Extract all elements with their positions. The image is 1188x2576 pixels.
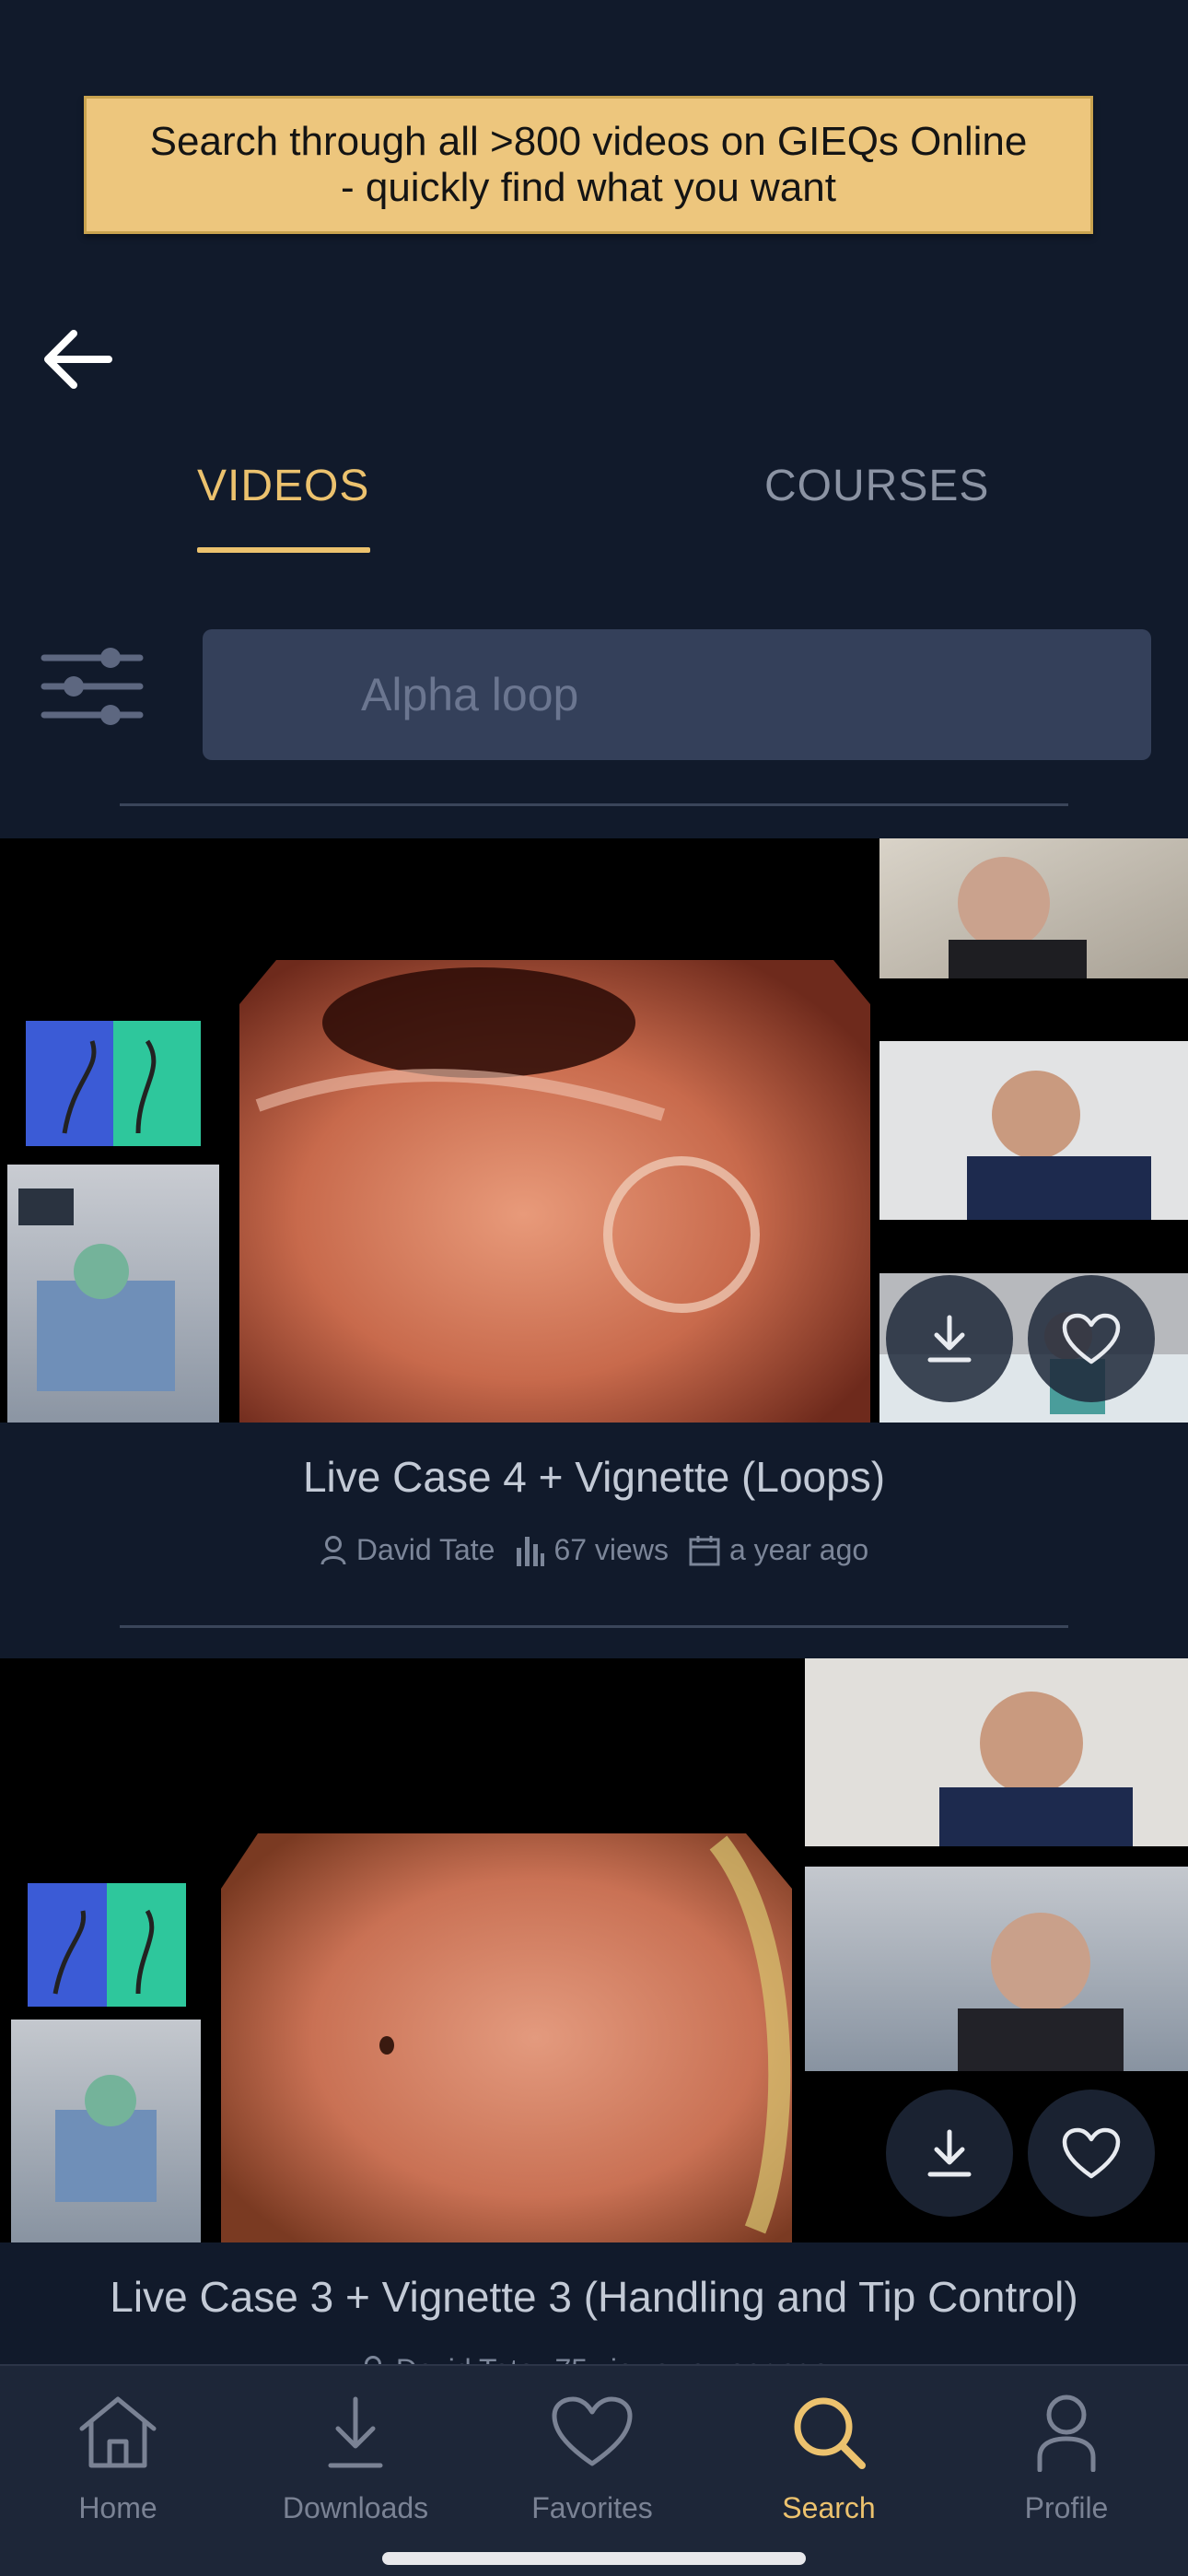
tab-courses[interactable]: COURSES xyxy=(764,461,989,511)
nav-search[interactable]: Search xyxy=(737,2388,921,2525)
home-indicator[interactable] xyxy=(382,2552,806,2565)
nav-favorites[interactable]: Favorites xyxy=(500,2388,684,2525)
nav-label: Favorites xyxy=(531,2491,653,2524)
video-title[interactable]: Live Case 3 + Vignette 3 (Handling and T… xyxy=(0,2272,1188,2322)
nav-profile[interactable]: Profile xyxy=(974,2388,1159,2525)
search-input-value: Alpha loop xyxy=(361,669,579,720)
video-date: a year ago xyxy=(728,1533,869,1566)
video-meta: David Tate 67 views a year ago xyxy=(0,1533,1188,1567)
nav-label: Home xyxy=(78,2491,157,2524)
download-icon xyxy=(927,2129,972,2177)
video-thumbnail[interactable] xyxy=(0,838,1188,1423)
profile-icon xyxy=(1037,2395,1096,2472)
divider xyxy=(120,803,1068,806)
calendar-icon xyxy=(689,1535,720,1565)
promo-banner-text: Search through all >800 videos on GIEQs … xyxy=(149,119,1028,210)
video-views: 67 views xyxy=(553,1533,669,1566)
search-input[interactable]: Alpha loop xyxy=(203,629,1151,760)
favorite-button[interactable] xyxy=(1028,2090,1155,2217)
download-button[interactable] xyxy=(886,2090,1013,2217)
download-icon xyxy=(328,2396,383,2468)
tab-videos[interactable]: VIDEOS xyxy=(197,461,369,511)
heart-icon xyxy=(1062,2127,1121,2179)
video-title[interactable]: Live Case 4 + Vignette (Loops) xyxy=(0,1452,1188,1502)
nav-label: Downloads xyxy=(282,2491,429,2524)
heart-icon xyxy=(552,2396,633,2466)
active-tab-indicator xyxy=(197,547,370,553)
favorite-button[interactable] xyxy=(1028,1275,1155,1402)
search-screen: Search through all >800 videos on GIEQs … xyxy=(0,0,1188,2576)
filter-sliders-icon[interactable] xyxy=(41,645,144,728)
download-icon xyxy=(927,1315,972,1363)
video-author: David Tate xyxy=(355,1533,495,1566)
heart-icon xyxy=(1062,1313,1121,1364)
nav-home[interactable]: Home xyxy=(26,2388,210,2525)
back-arrow-icon[interactable] xyxy=(37,322,120,396)
nav-downloads[interactable]: Downloads xyxy=(263,2388,448,2525)
user-icon xyxy=(320,1535,346,1564)
bottom-navigation: Home Downloads Favorites Search Profile xyxy=(0,2364,1188,2576)
nav-label: Profile xyxy=(1024,2491,1109,2524)
promo-banner[interactable]: Search through all >800 videos on GIEQs … xyxy=(84,96,1093,234)
home-icon xyxy=(79,2396,157,2468)
video-thumbnail[interactable] xyxy=(0,1658,1188,2242)
nav-label: Search xyxy=(782,2491,876,2524)
download-button[interactable] xyxy=(886,1275,1013,1402)
views-bar-chart-icon xyxy=(517,1536,545,1566)
divider xyxy=(120,1625,1068,1628)
search-icon xyxy=(794,2397,866,2469)
